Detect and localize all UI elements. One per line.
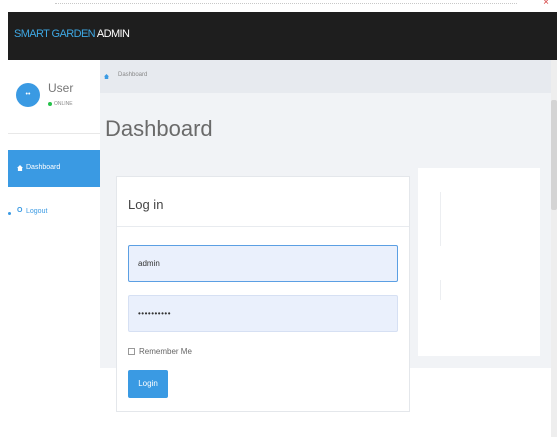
scrollbar-thumb[interactable] (551, 100, 557, 210)
breadcrumb-item-dashboard[interactable]: Dashboard (118, 72, 147, 78)
sidebar-divider (8, 133, 100, 134)
user-name: User (48, 81, 74, 95)
home-icon (17, 165, 23, 171)
main-content: Dashboard Dashboard Log in admin •••••••… (100, 60, 557, 437)
username-input[interactable]: admin (128, 245, 398, 282)
brand-name: SMART GARDEN (14, 28, 96, 40)
login-panel: Log in admin •••••••••• Remember Me Logi… (116, 176, 410, 412)
browser-strip: × (0, 0, 557, 12)
remember-me-checkbox[interactable] (128, 348, 135, 356)
remember-me-label: Remember Me (139, 347, 192, 356)
divider (440, 280, 441, 300)
sidebar-item-label: Logout (26, 208, 48, 215)
user-panel: •• User ONLINE (8, 60, 100, 132)
side-card (418, 168, 540, 356)
close-icon[interactable]: × (543, 0, 549, 8)
user-status: ONLINE (48, 101, 73, 107)
brand-suffix: ADMIN (96, 28, 130, 40)
scrollbar[interactable] (551, 60, 557, 437)
remember-me[interactable]: Remember Me (128, 347, 192, 356)
sidebar-item-logout[interactable]: O Logout (8, 206, 100, 222)
divider (440, 192, 441, 246)
power-icon: O (17, 207, 23, 214)
top-navbar: SMART GARDEN ADMIN (8, 12, 557, 60)
avatar: •• (16, 83, 40, 107)
home-icon (104, 74, 109, 79)
user-status-label: ONLINE (54, 101, 73, 107)
breadcrumb: Dashboard (100, 60, 557, 93)
password-input[interactable]: •••••••••• (128, 295, 398, 332)
page-title: Dashboard (105, 116, 213, 141)
login-title: Log in (128, 197, 164, 212)
selection-outline (55, 3, 517, 6)
online-status-icon (48, 101, 52, 106)
sidebar-item-dashboard[interactable]: Dashboard (8, 150, 100, 187)
login-button[interactable]: Login (128, 370, 168, 398)
login-panel-header: Log in (117, 177, 409, 227)
bullet-icon (8, 212, 11, 215)
sidebar: •• User ONLINE Dashboard O Logout (8, 60, 100, 437)
brand-logo[interactable]: SMART GARDEN ADMIN (14, 28, 130, 40)
sidebar-item-label: Dashboard (26, 164, 61, 171)
app-window: × SMART GARDEN ADMIN •• User ONLINE Dash… (0, 0, 557, 437)
